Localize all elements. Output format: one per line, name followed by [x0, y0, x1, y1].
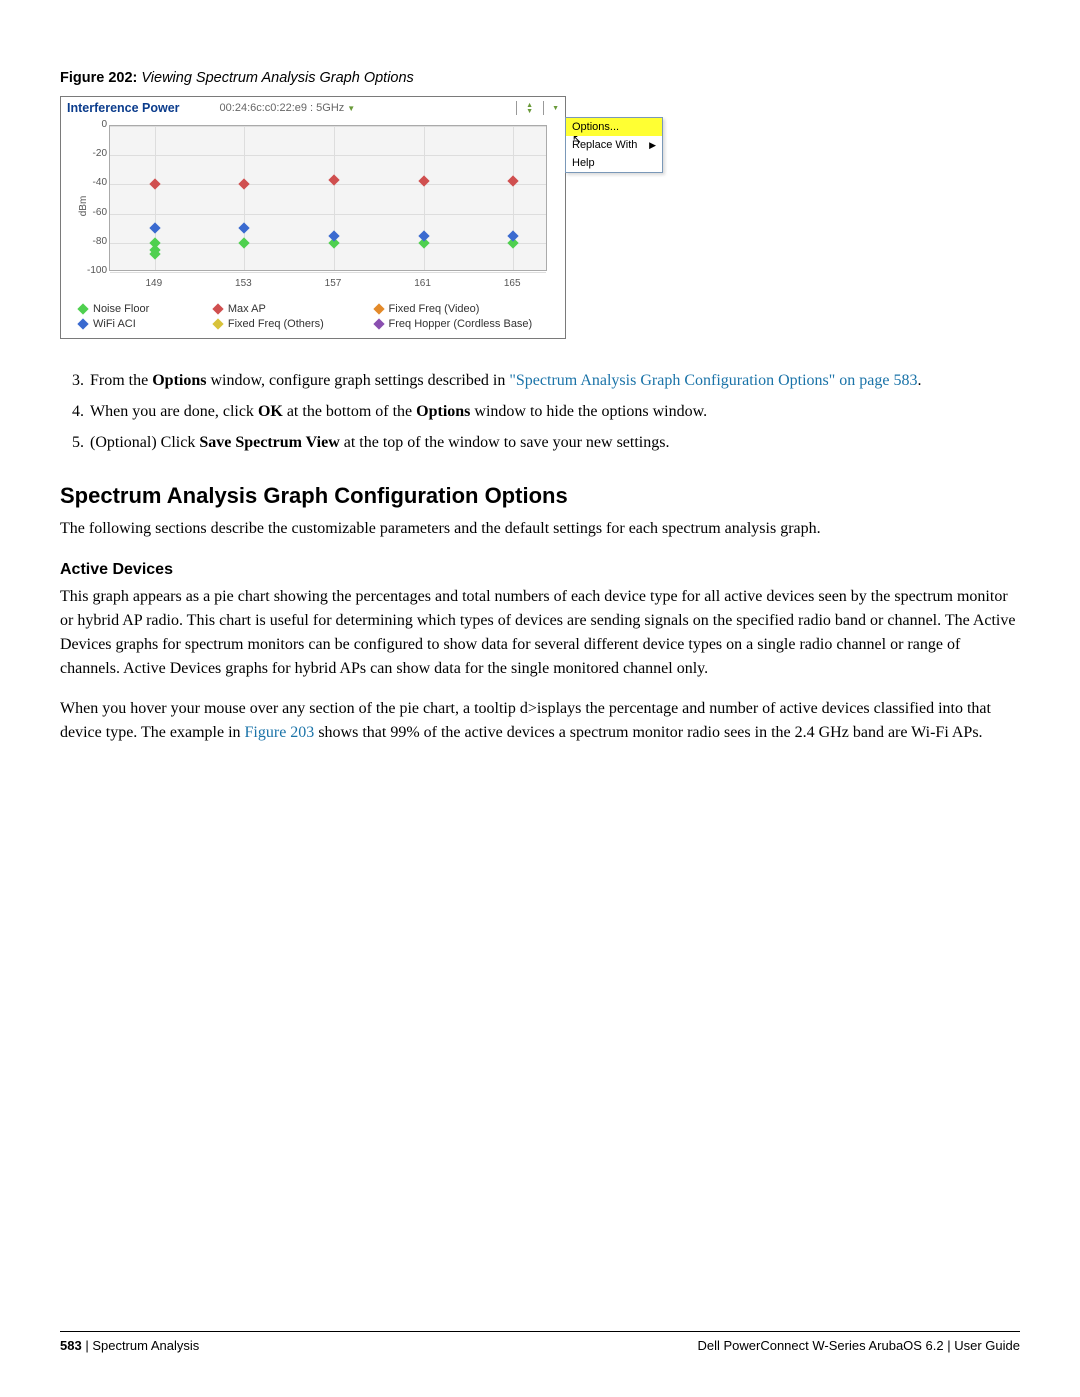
paragraph-active-devices-1: This graph appears as a pie chart showin… [60, 585, 1020, 681]
y-tick: -100 [85, 265, 107, 276]
y-tick: -20 [85, 148, 107, 159]
legend-item: WiFi ACI [79, 318, 208, 330]
legend-item: Fixed Freq (Video) [375, 303, 555, 315]
heading-active-devices: Active Devices [60, 561, 1020, 579]
legend-label: Max AP [228, 303, 266, 315]
data-point [508, 176, 519, 187]
data-point [418, 176, 429, 187]
graph-title: Interference Power [67, 101, 220, 115]
footer-right: Dell PowerConnect W-Series ArubaOS 6.2 |… [697, 1338, 1020, 1353]
figure-caption: Figure 202: Viewing Spectrum Analysis Gr… [60, 70, 1020, 86]
data-point [239, 223, 250, 234]
data-point [149, 179, 160, 190]
page-footer: 583 | Spectrum Analysis Dell PowerConnec… [60, 1331, 1020, 1353]
chevron-down-icon: ▼ [344, 104, 355, 113]
y-tick: -80 [85, 236, 107, 247]
chart-area: dBm 0-20-40-60-80-100149153157161165 [71, 121, 555, 291]
link-figure-203[interactable]: Figure 203 [245, 724, 315, 741]
step-3: From the Options window, configure graph… [88, 369, 1020, 394]
link-config-options[interactable]: "Spectrum Analysis Graph Configuration O… [509, 372, 917, 389]
data-point [239, 237, 250, 248]
y-tick: -40 [85, 177, 107, 188]
step-4: When you are done, click OK at the botto… [88, 400, 1020, 425]
x-tick: 165 [504, 278, 521, 289]
instruction-list: From the Options window, configure graph… [60, 369, 1020, 455]
legend-item: Noise Floor [79, 303, 208, 315]
y-tick: -60 [85, 207, 107, 218]
x-tick: 149 [145, 278, 162, 289]
chevron-right-icon: ▶ [649, 140, 656, 151]
graph-subtitle[interactable]: 00:24:6c:c0:22:e9 : 5GHz▼ [220, 102, 517, 114]
footer-left: 583 | Spectrum Analysis [60, 1338, 199, 1353]
separator [543, 101, 544, 115]
legend-label: WiFi ACI [93, 318, 136, 330]
legend-marker [77, 318, 88, 329]
chart-legend: Noise Floor Max AP Fixed Freq (Video) WiFi … [61, 299, 565, 338]
legend-item: Fixed Freq (Others) [214, 318, 369, 330]
figure-label: Figure 202: [60, 70, 137, 86]
legend-marker [212, 303, 223, 314]
y-tick: 0 [85, 119, 107, 130]
legend-marker [373, 318, 384, 329]
x-tick: 161 [414, 278, 431, 289]
sort-icon[interactable] [525, 103, 535, 113]
legend-marker [212, 318, 223, 329]
separator [516, 101, 517, 115]
step-5: (Optional) Click Save Spectrum View at t… [88, 431, 1020, 456]
x-tick: 157 [325, 278, 342, 289]
menu-dropdown-icon[interactable]: ▼ [552, 105, 559, 112]
x-tick: 153 [235, 278, 252, 289]
data-point [149, 223, 160, 234]
figure-title: Viewing Spectrum Analysis Graph Options [141, 70, 413, 86]
legend-label: Fixed Freq (Others) [228, 318, 324, 330]
legend-label: Noise Floor [93, 303, 149, 315]
spectrum-graph-panel: Interference Power 00:24:6c:c0:22:e9 : 5… [60, 96, 566, 339]
legend-item: Max AP [214, 303, 369, 315]
heading-config-options: Spectrum Analysis Graph Configuration Op… [60, 483, 1020, 509]
menu-item-options[interactable]: Options... ↖ [566, 118, 662, 136]
legend-item: Freq Hopper (Cordless Base) [375, 318, 555, 330]
data-point [418, 230, 429, 241]
plot-region [109, 125, 547, 271]
paragraph-intro: The following sections describe the cust… [60, 517, 1020, 541]
menu-item-replace-with[interactable]: Replace With ▶ [566, 136, 662, 154]
paragraph-active-devices-2: When you hover your mouse over any secti… [60, 697, 1020, 745]
menu-item-help[interactable]: Help [566, 154, 662, 172]
graph-header: Interference Power 00:24:6c:c0:22:e9 : 5… [61, 97, 565, 119]
legend-label: Freq Hopper (Cordless Base) [389, 318, 533, 330]
data-point [239, 179, 250, 190]
legend-label: Fixed Freq (Video) [389, 303, 480, 315]
graph-context-menu: Options... ↖ Replace With ▶ Help [565, 117, 663, 173]
legend-marker [77, 303, 88, 314]
legend-marker [373, 303, 384, 314]
